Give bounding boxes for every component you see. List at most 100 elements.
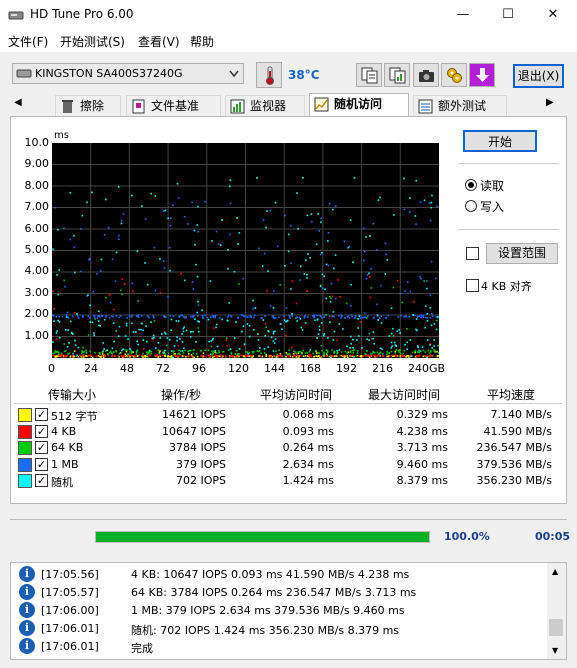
data-point [337, 279, 340, 281]
data-point [352, 338, 354, 341]
data-point [349, 346, 351, 349]
tab-file-benchmark[interactable]: 文件基准 [126, 95, 221, 117]
data-point [144, 355, 147, 358]
data-point [114, 280, 117, 283]
set-range-button[interactable]: 设置范围 [486, 243, 558, 264]
data-point [226, 319, 229, 322]
write-radio[interactable] [465, 200, 477, 212]
row-max-access: 3.713 ms [396, 441, 448, 454]
data-point [350, 342, 353, 345]
data-point [299, 279, 301, 281]
menu-file[interactable]: 文件(F) [8, 33, 48, 50]
data-point [80, 228, 82, 230]
series-checkbox[interactable]: ✓ [35, 408, 48, 421]
data-point [221, 219, 223, 221]
data-point [56, 350, 59, 353]
data-point [192, 315, 195, 318]
data-point [150, 350, 153, 353]
maximize-button[interactable]: ☐ [485, 0, 531, 30]
tab-scroll-right-icon[interactable]: ▶ [546, 97, 554, 108]
data-point [188, 353, 190, 355]
data-point [262, 219, 265, 221]
data-point [306, 316, 309, 318]
data-point [104, 355, 106, 358]
data-point [319, 253, 322, 256]
data-point [128, 315, 131, 318]
data-point [339, 296, 341, 298]
series-checkbox[interactable]: ✓ [35, 474, 48, 487]
exit-button[interactable]: 退出(X) [513, 64, 564, 88]
data-point [258, 247, 260, 250]
data-point [159, 337, 162, 339]
data-point [260, 317, 262, 319]
x-tick-label: 144 [264, 362, 285, 375]
copy-image-button[interactable] [384, 63, 410, 87]
close-button[interactable]: ✕ [530, 0, 576, 30]
data-point [423, 199, 426, 202]
window-title: HD Tune Pro 6.00 [30, 7, 134, 21]
data-point [299, 318, 302, 320]
data-point [328, 355, 331, 358]
save-results-button[interactable] [469, 63, 495, 87]
log-scrollbar[interactable]: ▲ ▼ [547, 563, 566, 659]
data-point [285, 334, 287, 337]
tab-random-access[interactable]: 随机访问 [309, 93, 409, 117]
data-point [162, 354, 164, 357]
data-point [229, 355, 231, 358]
scroll-up-icon[interactable]: ▲ [552, 567, 558, 576]
data-point [69, 320, 72, 323]
data-point [417, 345, 419, 347]
data-point [326, 351, 329, 354]
data-point [159, 292, 161, 294]
data-point [372, 222, 375, 225]
data-point [430, 206, 432, 209]
data-point [137, 343, 140, 346]
data-point [102, 350, 104, 352]
data-point [346, 316, 349, 318]
data-point [238, 355, 240, 358]
series-checkbox[interactable]: ✓ [35, 441, 48, 454]
row-avg-speed: 356.230 MB/s [476, 474, 552, 487]
data-point [146, 283, 149, 286]
series-checkbox[interactable]: ✓ [35, 424, 48, 438]
data-point [369, 235, 371, 237]
data-point [83, 350, 85, 353]
start-button[interactable]: 开始 [463, 130, 537, 152]
options-button[interactable] [441, 63, 467, 87]
data-point [338, 314, 340, 317]
screenshot-button[interactable] [413, 63, 439, 87]
data-point [247, 353, 249, 355]
minimize-button[interactable]: — [440, 0, 486, 30]
data-point [409, 290, 412, 293]
data-point [370, 287, 373, 289]
temperature-button[interactable] [256, 62, 282, 88]
tab-scroll-left-icon[interactable]: ◀ [14, 97, 22, 108]
read-radio[interactable] [465, 179, 477, 191]
data-point [187, 350, 189, 353]
range-checkbox[interactable] [466, 247, 479, 260]
row-iops: 702 IOPS [175, 474, 226, 487]
scroll-thumb[interactable] [549, 619, 563, 636]
data-point [292, 352, 295, 355]
copy-text-button[interactable] [356, 63, 382, 87]
menu-help[interactable]: 帮助 [190, 33, 214, 50]
data-point [353, 356, 355, 358]
tab-monitor[interactable]: 监视器 [225, 95, 305, 117]
data-point [249, 354, 252, 357]
menu-start-test[interactable]: 开始测试(S) [60, 33, 125, 50]
scroll-down-icon[interactable]: ▼ [552, 646, 558, 655]
menu-view[interactable]: 查看(V) [138, 33, 180, 50]
data-point [431, 347, 433, 349]
data-point [272, 317, 275, 319]
data-point [323, 316, 325, 319]
data-point [416, 316, 419, 318]
y-tick-label: 9.00 [24, 157, 50, 171]
series-checkbox[interactable]: ✓ [35, 457, 48, 471]
tab-erase[interactable]: 擦除 [55, 95, 121, 117]
tab-extra-tests[interactable]: 额外测试 [413, 95, 507, 117]
drive-select[interactable]: KINGSTON SA400S37240G [12, 63, 244, 84]
data-point [52, 314, 54, 316]
data-point [167, 296, 169, 298]
align-4kb-checkbox[interactable] [466, 279, 479, 292]
data-point [419, 276, 421, 278]
